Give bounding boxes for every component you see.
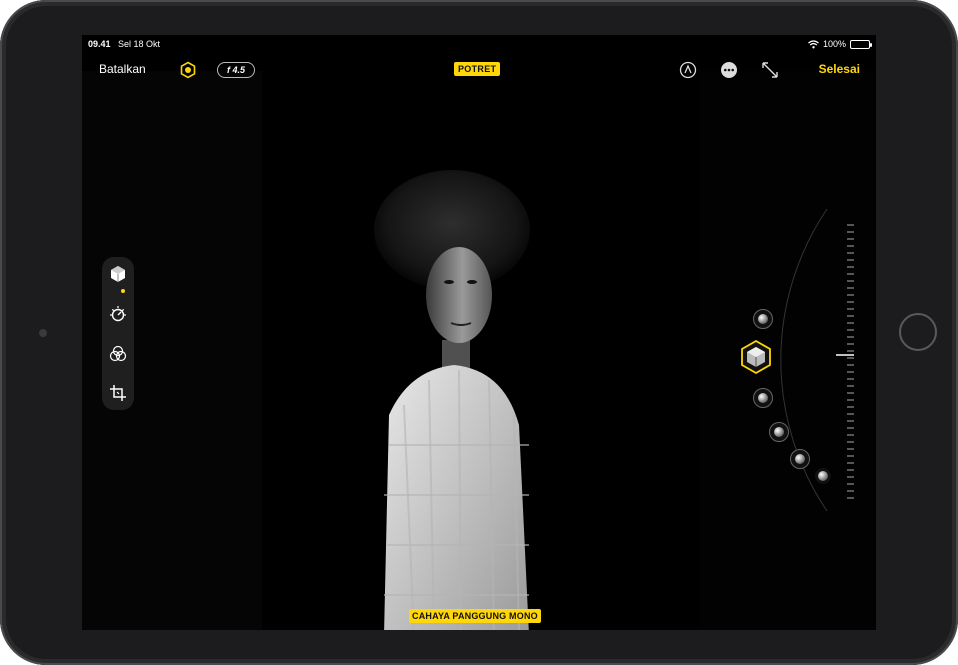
battery-icon [850, 39, 872, 49]
expand-icon[interactable] [761, 61, 779, 79]
more-icon[interactable] [720, 61, 738, 79]
lighting-option-stage[interactable] [790, 449, 810, 469]
markup-icon[interactable] [679, 61, 697, 79]
stage-light-mono-icon[interactable] [738, 339, 774, 375]
status-bar: 09.41 Sel 18 Okt 100% [88, 39, 872, 53]
adjust-tool[interactable] [107, 303, 129, 325]
crop-icon [110, 385, 126, 401]
depth-aperture-button[interactable]: f 4.5 [217, 62, 255, 78]
edit-tool-rail [102, 257, 134, 410]
status-date: Sel 18 Okt [118, 39, 161, 49]
front-camera [39, 329, 47, 337]
adjust-icon [110, 306, 126, 322]
battery-percent: 100% [822, 39, 846, 49]
filters-icon [109, 345, 127, 362]
active-indicator [121, 289, 125, 293]
live-photo-icon[interactable] [179, 61, 197, 79]
lighting-option-natural[interactable] [753, 309, 773, 329]
stage-light-icon [795, 454, 805, 464]
portrait-lighting-icon [111, 266, 125, 282]
cancel-button[interactable]: Batalkan [99, 62, 146, 76]
portrait-photo [374, 170, 530, 630]
status-right: 100% [808, 39, 872, 49]
lighting-option-highkey[interactable] [815, 468, 831, 484]
studio-light-icon [758, 393, 768, 403]
portrait-lighting-tool[interactable] [107, 263, 129, 293]
wifi-icon [808, 39, 819, 48]
home-button[interactable] [899, 313, 937, 351]
high-key-light-icon [818, 471, 828, 481]
filters-tool[interactable] [107, 343, 129, 365]
ipad-device: 09.41 Sel 18 Okt 100% Batalkan f 4.5 POT… [0, 0, 958, 665]
portrait-mode-badge[interactable]: POTRET [454, 62, 501, 76]
crop-tool[interactable] [107, 382, 129, 404]
contour-light-icon [774, 427, 784, 437]
natural-light-icon [758, 314, 768, 324]
photo-edit-screen: 09.41 Sel 18 Okt 100% Batalkan f 4.5 POT… [82, 35, 876, 630]
status-time: 09.41 [88, 39, 111, 49]
lighting-option-contour[interactable] [769, 422, 789, 442]
lighting-option-studio[interactable] [753, 388, 773, 408]
lighting-effect-label: CAHAYA PANGGUNG MONO [409, 609, 541, 623]
done-button[interactable]: Selesai [819, 62, 860, 76]
